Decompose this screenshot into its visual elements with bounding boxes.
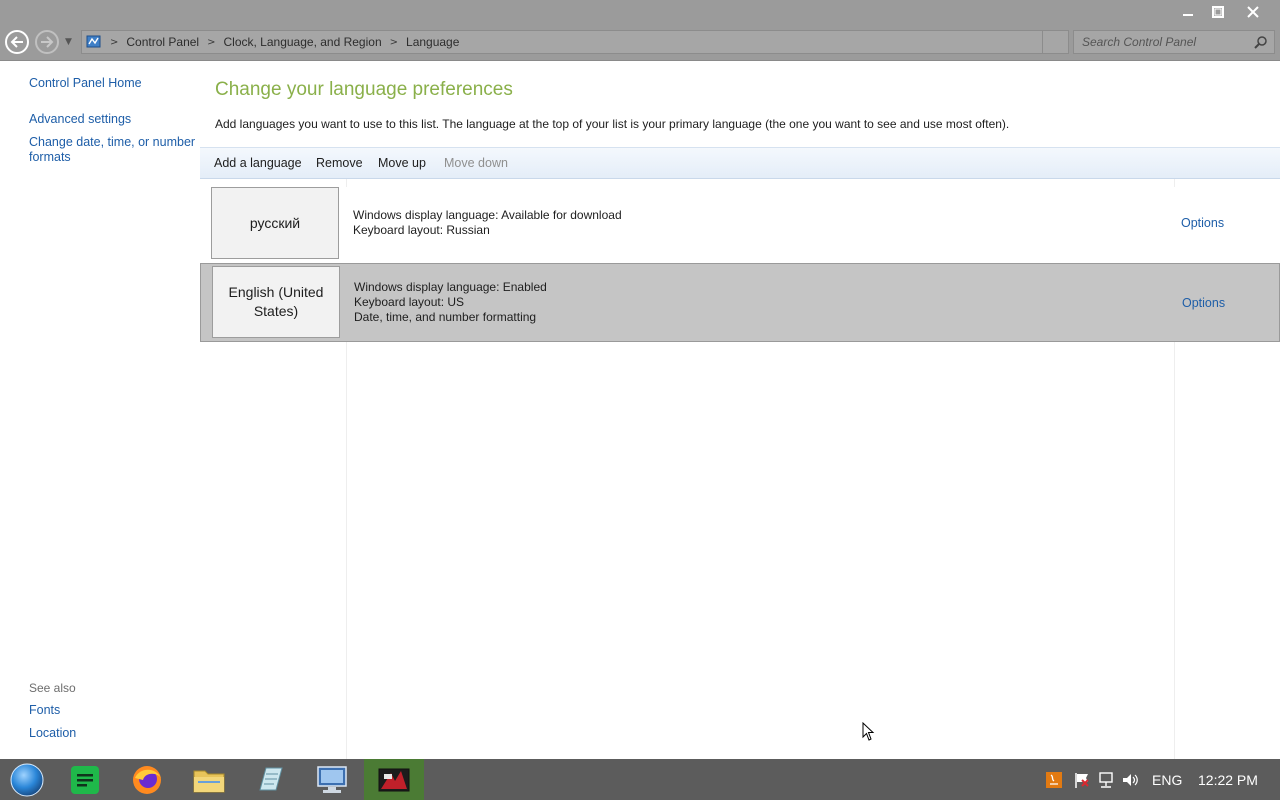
move-up-button[interactable]: Move up xyxy=(378,156,426,170)
firefox-icon xyxy=(133,765,161,794)
fonts-link[interactable]: Fonts xyxy=(29,703,60,718)
breadcrumb-separator: > xyxy=(110,36,119,48)
search-input[interactable]: Search Control Panel xyxy=(1073,30,1275,54)
taskbar-remote-desktop[interactable] xyxy=(302,759,362,800)
breadcrumb-separator: > xyxy=(389,36,399,48)
close-button[interactable] xyxy=(1241,2,1265,22)
breadcrumb-control-panel[interactable]: Control Panel xyxy=(126,35,199,49)
keyboard-layout: Keyboard layout: Russian xyxy=(353,223,490,237)
start-button[interactable] xyxy=(0,759,54,800)
action-center-flag-icon[interactable] xyxy=(1073,771,1091,789)
java-update-icon[interactable] xyxy=(1045,771,1063,789)
main-content: Change your language preferences Add lan… xyxy=(200,61,1280,759)
forward-arrow-icon xyxy=(41,36,54,48)
address-dropdown-button[interactable] xyxy=(1042,31,1068,53)
search-placeholder: Search Control Panel xyxy=(1082,35,1197,49)
move-down-button[interactable]: Move down xyxy=(444,156,508,170)
taskbar-clock[interactable]: 12:22 PM xyxy=(1198,772,1258,788)
remote-desktop-icon xyxy=(317,765,347,793)
control-panel-icon xyxy=(86,35,101,48)
mouse-cursor-icon xyxy=(862,722,875,741)
title-bar xyxy=(0,0,1280,24)
breadcrumb-language[interactable]: Language xyxy=(406,35,459,49)
forward-button[interactable] xyxy=(35,30,59,54)
restore-icon xyxy=(1212,6,1224,18)
breadcrumb-separator: > xyxy=(207,36,216,48)
language-details: Windows display language: Available for … xyxy=(353,208,622,238)
folder-icon xyxy=(193,770,225,792)
options-link[interactable]: Options xyxy=(1182,296,1225,310)
left-navigation-pane: Control Panel Home Advanced settings Cha… xyxy=(0,61,200,759)
link-line: Change date, time, or number xyxy=(29,135,196,149)
back-arrow-icon xyxy=(10,36,23,48)
language-tile[interactable]: русский xyxy=(211,187,339,259)
taskbar-notepad[interactable] xyxy=(240,759,300,800)
minimize-button[interactable] xyxy=(1176,2,1200,22)
taskbar: ENG 12:22 PM xyxy=(0,759,1280,800)
notepad-icon xyxy=(259,767,283,790)
system-tray xyxy=(1045,759,1139,800)
recent-pages-dropdown[interactable]: ▼ xyxy=(65,37,72,47)
control-panel-home-link[interactable]: Control Panel Home xyxy=(29,76,142,91)
close-icon xyxy=(1247,6,1259,18)
address-box[interactable]: > Control Panel > Clock, Language, and R… xyxy=(81,30,1069,54)
search-icon[interactable] xyxy=(1254,35,1268,49)
media-app-icon xyxy=(378,768,410,791)
display-language-status: Windows display language: Enabled xyxy=(354,280,547,294)
formatting-status: Date, time, and number formatting xyxy=(354,310,537,324)
location-link[interactable]: Location xyxy=(29,726,76,741)
language-row-english[interactable]: English (United States) Windows display … xyxy=(200,263,1280,342)
language-row-russian[interactable]: русский Windows display language: Availa… xyxy=(200,187,1280,263)
link-line: formats xyxy=(29,150,71,164)
start-orb-icon xyxy=(10,763,44,796)
input-language-indicator[interactable]: ENG xyxy=(1152,772,1182,788)
add-language-button[interactable]: Add a language xyxy=(214,156,302,170)
page-description: Add languages you want to use to this li… xyxy=(215,117,1010,131)
network-icon[interactable] xyxy=(1097,771,1115,789)
restore-button[interactable] xyxy=(1206,2,1230,22)
taskbar-firefox[interactable] xyxy=(117,759,177,800)
volume-icon[interactable] xyxy=(1121,771,1139,789)
taskbar-notes-app[interactable] xyxy=(55,759,115,800)
advanced-settings-link[interactable]: Advanced settings xyxy=(29,112,131,127)
options-link[interactable]: Options xyxy=(1181,216,1224,230)
taskbar-media-app[interactable] xyxy=(364,759,424,800)
page-title: Change your language preferences xyxy=(215,79,513,100)
change-date-time-formats-link[interactable]: Change date, time, or number formats xyxy=(29,135,195,165)
remove-button[interactable]: Remove xyxy=(316,156,363,170)
address-bar-area: ▼ > Control Panel > Clock, Language, and… xyxy=(0,24,1280,61)
language-toolbar: Add a language Remove Move up Move down xyxy=(200,147,1280,179)
minimize-icon xyxy=(1183,14,1193,16)
display-language-status: Windows display language: Available for … xyxy=(353,208,622,222)
back-button[interactable] xyxy=(5,30,29,54)
see-also-heading: See also xyxy=(29,681,76,695)
keyboard-layout: Keyboard layout: US xyxy=(354,295,465,309)
language-tile[interactable]: English (United States) xyxy=(212,266,340,338)
breadcrumb-clock-language-region[interactable]: Clock, Language, and Region xyxy=(224,35,382,49)
taskbar-file-explorer[interactable] xyxy=(179,759,239,800)
notes-app-icon xyxy=(71,765,99,794)
language-details: Windows display language: Enabled Keyboa… xyxy=(354,280,547,325)
